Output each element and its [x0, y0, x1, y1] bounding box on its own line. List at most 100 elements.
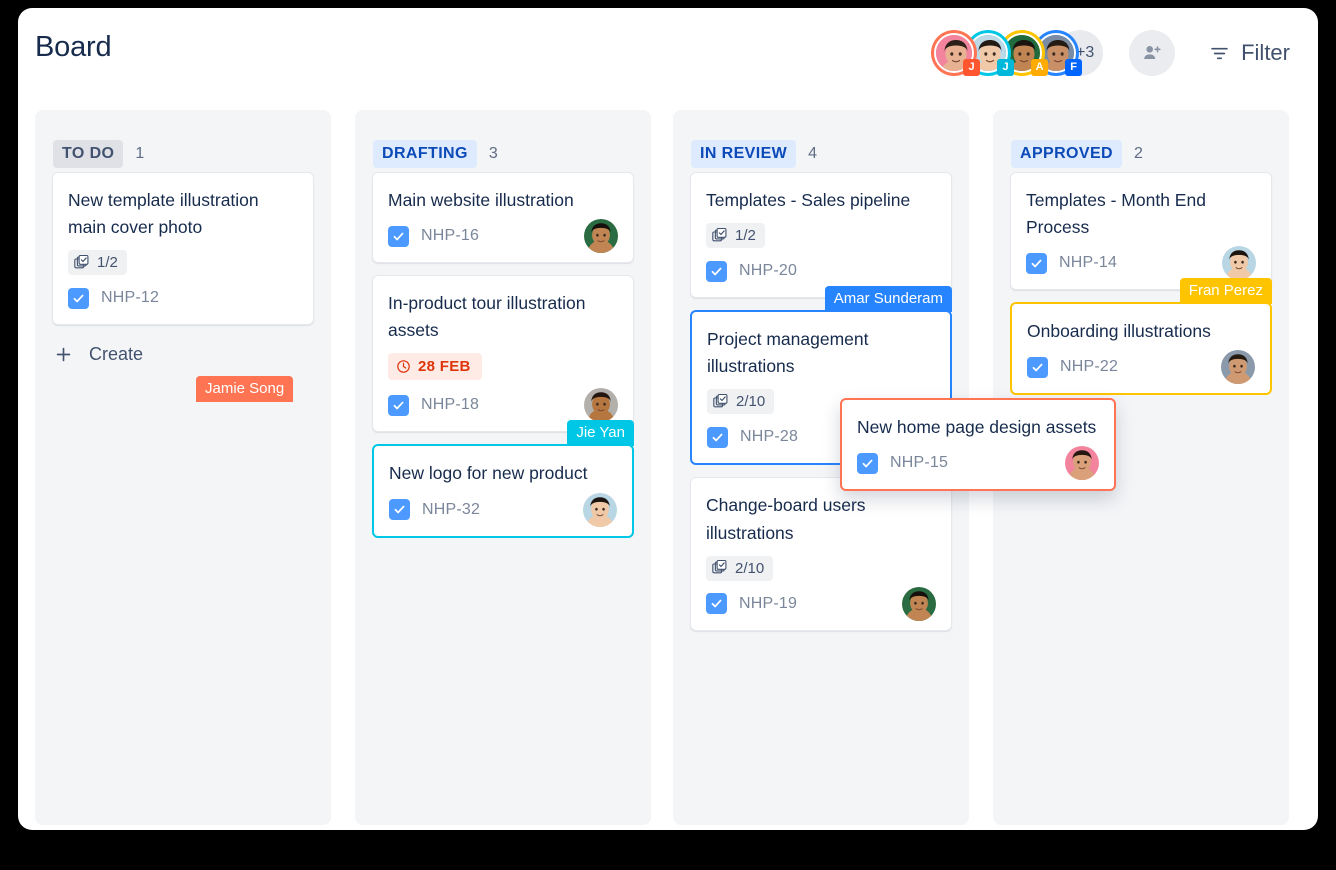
avatar: [583, 492, 617, 527]
issue-type-check-icon: [706, 260, 727, 282]
column-card-list: New template illustration main cover pho…: [35, 172, 331, 326]
due-date-badge: 28 FEB: [388, 353, 482, 381]
filter-icon: [1211, 47, 1228, 59]
board-card[interactable]: New template illustration main cover pho…: [52, 172, 314, 326]
board-header: Board JJAF +3 Filter: [18, 8, 1318, 100]
card-footer: NHP-16: [388, 219, 618, 254]
page-title: Board: [35, 31, 112, 63]
column-header: TO DO 1: [35, 110, 331, 172]
avatar-initial-badge: J: [963, 59, 981, 76]
issue-type-check-icon: [1027, 356, 1048, 378]
board-card[interactable]: Jie Yan New logo for new product NHP-32: [372, 420, 634, 538]
clock-icon: [397, 360, 410, 374]
board-card[interactable]: Main website illustration NHP-16: [372, 172, 634, 264]
avatar: [902, 586, 936, 621]
avatar-initial-badge: A: [1031, 59, 1049, 76]
avatar-photo: [583, 492, 617, 527]
column-name-chip[interactable]: TO DO: [53, 140, 124, 168]
issue-key: NHP-18: [421, 396, 480, 414]
board-card[interactable]: Templates - Sales pipeline 1/2 NHP-20: [690, 172, 952, 299]
card-title: Templates - Sales pipeline: [706, 190, 911, 210]
issue-type-check-icon: [707, 426, 728, 448]
issue-type-check-icon: [857, 452, 878, 474]
member-avatar-stack[interactable]: JJAF: [931, 30, 1083, 76]
card-footer: NHP-14: [1026, 246, 1256, 281]
column-card-count: 2: [1134, 145, 1143, 162]
issue-type-check-icon: [388, 394, 409, 416]
board-column: TO DO 1 New template illustration main cov…: [35, 110, 331, 825]
issue-type-check-icon: [68, 287, 89, 309]
column-header: IN REVIEW 4: [673, 110, 969, 172]
subtask-progress-label: 1/2: [735, 227, 756, 245]
avatar-photo: [1065, 446, 1099, 481]
issue-key: NHP-28: [740, 428, 799, 446]
card-assignee-name-tag: Amar Sunderam: [824, 286, 952, 313]
board-card[interactable]: In-product tour illustration assets 28 FE…: [372, 275, 634, 433]
card-footer: NHP-20: [706, 258, 936, 284]
card-footer: NHP-18: [388, 388, 618, 423]
subtask-progress-label: 1/2: [97, 254, 118, 272]
board-column: DRAFTING 3 Main website illustration NHP-16…: [355, 110, 651, 825]
avatar-initial-badge: J: [997, 59, 1015, 76]
board-app-window: Board JJAF +3 Filter TO DO 1 New template …: [18, 8, 1318, 830]
plus-icon: [56, 347, 71, 362]
dragging-card[interactable]: New home page design assets NHP-15: [840, 398, 1116, 492]
avatar-photo: [1222, 246, 1256, 281]
column-card-count: 3: [488, 145, 498, 162]
board-columns-area: TO DO 1 New template illustration main cov…: [18, 100, 1318, 830]
person-add-icon: [1144, 46, 1161, 59]
board-card[interactable]: Templates - Month End Process NHP-14: [1010, 172, 1272, 291]
column-name-chip[interactable]: IN REVIEW: [691, 140, 797, 168]
subtask-progress-badge: 1/2: [706, 223, 765, 249]
card-assignee-name-tag: Jie Yan: [567, 420, 634, 447]
card-footer: NHP-22: [1027, 350, 1255, 385]
add-person-button[interactable]: [1129, 30, 1176, 76]
create-card-button[interactable]: Create: [35, 337, 331, 372]
card-title: Project management illustrations: [707, 329, 869, 377]
create-label: Create: [89, 344, 144, 365]
member-avatar[interactable]: J: [931, 30, 981, 76]
subtask-icon: [712, 227, 727, 241]
card-footer: NHP-32: [389, 492, 617, 527]
column-card-count: 1: [135, 145, 145, 162]
avatar-initial-badge: F: [1065, 59, 1083, 76]
filter-button[interactable]: Filter: [1209, 40, 1290, 66]
issue-key: NHP-12: [101, 289, 160, 307]
card-title: Change-board users illustrations: [706, 495, 866, 543]
column-card-count: 4: [808, 145, 818, 162]
issue-key: NHP-32: [422, 500, 481, 518]
avatar: [1065, 446, 1099, 481]
card-title: New home page design assets: [857, 417, 1097, 437]
card-title: Main website illustration: [388, 190, 574, 210]
card-title: New logo for new product: [389, 463, 588, 484]
column-header: APPROVED 2: [993, 110, 1289, 172]
filter-label: Filter: [1241, 40, 1290, 65]
avatar-photo: [584, 219, 618, 254]
subtask-progress-label: 2/10: [736, 393, 766, 411]
card-title: In-product tour illustration assets: [388, 293, 586, 341]
issue-key: NHP-16: [421, 227, 480, 245]
subtask-progress-badge: 2/10: [706, 555, 774, 581]
avatar-photo: [584, 388, 618, 423]
avatar: [584, 388, 618, 423]
issue-key: NHP-20: [739, 262, 798, 280]
issue-type-check-icon: [388, 225, 409, 247]
subtask-icon: [74, 254, 89, 269]
due-date-label: 28 FEB: [418, 358, 471, 376]
issue-type-check-icon: [706, 593, 727, 615]
card-title: New template illustration main cover pho…: [68, 190, 259, 238]
column-name-chip[interactable]: DRAFTING: [373, 140, 477, 168]
subtask-progress-badge: 2/10: [707, 389, 775, 415]
subtask-icon: [712, 560, 727, 574]
avatar: [1221, 350, 1255, 385]
issue-type-check-icon: [1026, 252, 1047, 274]
issue-key: NHP-15: [890, 454, 949, 472]
board-card[interactable]: Fran Perez Onboarding illustrations NHP-22: [1010, 278, 1272, 396]
issue-key: NHP-19: [739, 594, 798, 612]
card-title: Onboarding illustrations: [1027, 321, 1211, 342]
avatar: [584, 219, 618, 254]
column-name-chip[interactable]: APPROVED: [1011, 140, 1122, 168]
column-header: DRAFTING 3: [355, 110, 651, 172]
issue-type-check-icon: [389, 499, 410, 520]
board-card[interactable]: Change-board users illustrations 2/10 NHP-…: [690, 477, 952, 631]
